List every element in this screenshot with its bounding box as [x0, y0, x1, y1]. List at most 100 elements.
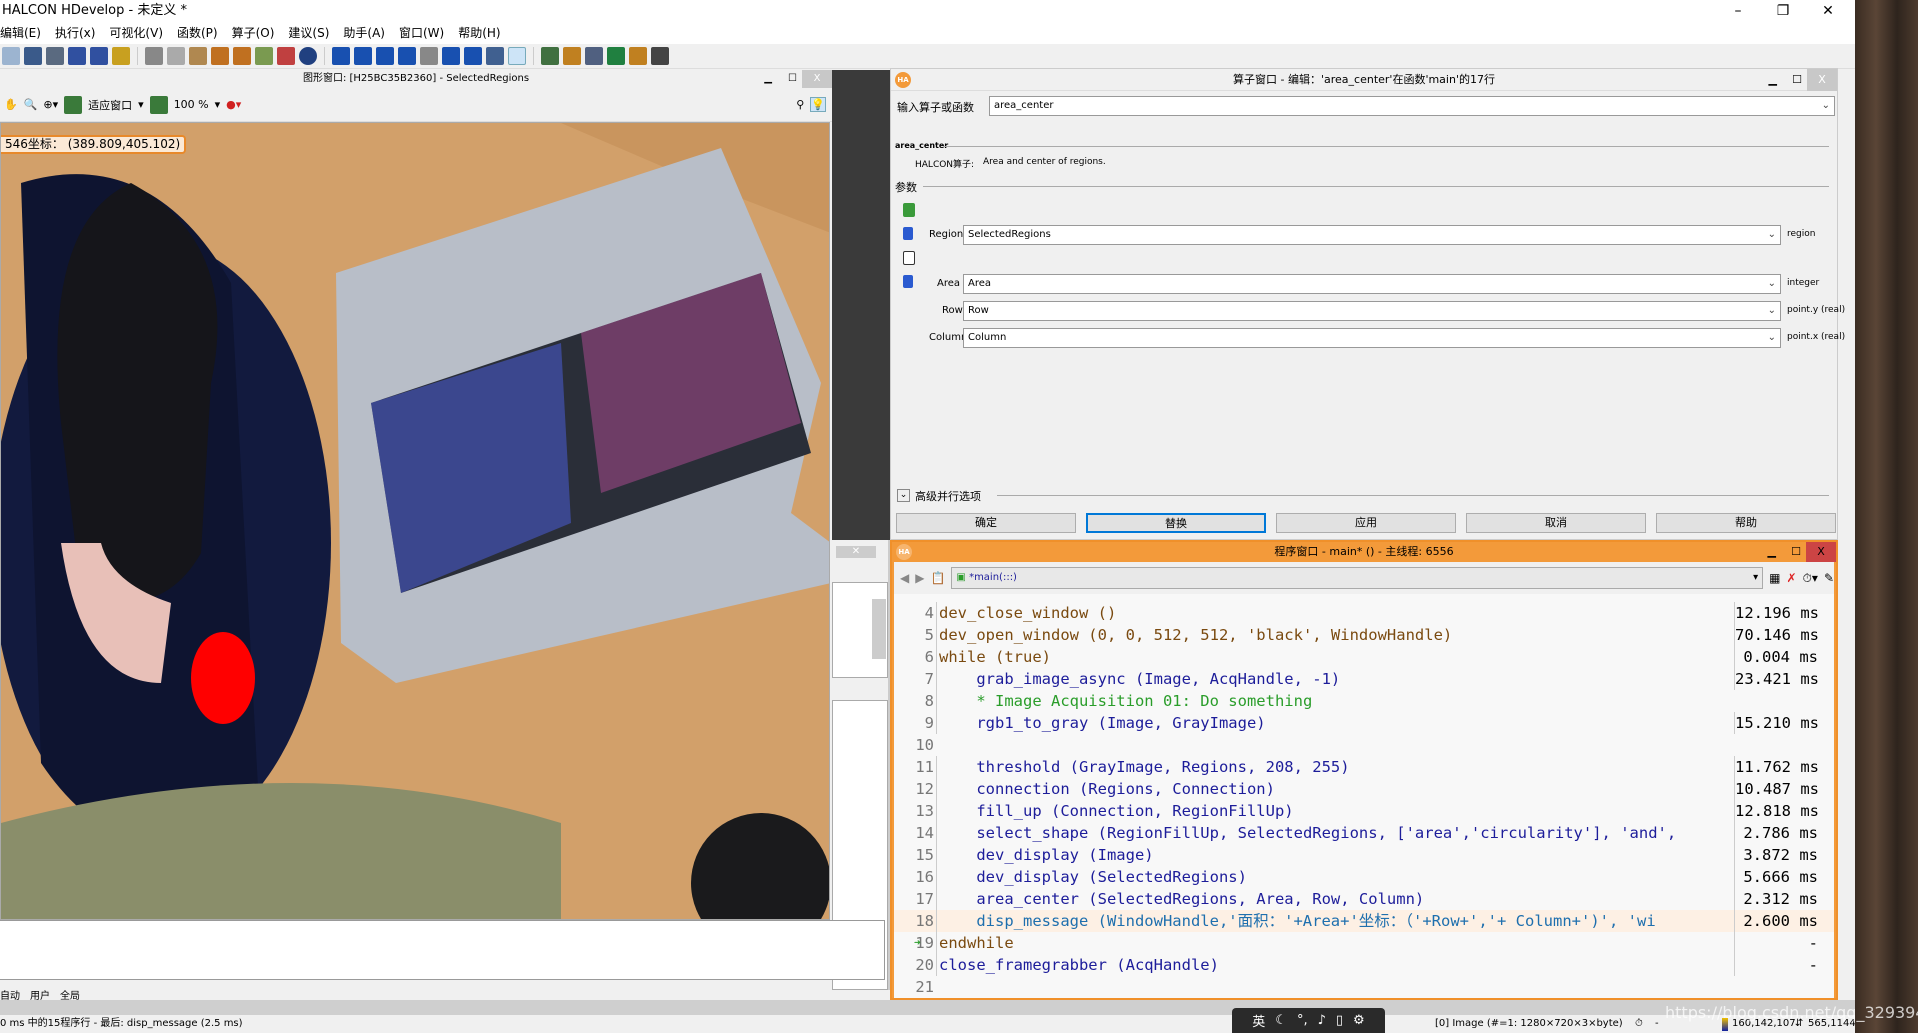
operator-close-button[interactable]: X: [1807, 69, 1837, 91]
param-field-row[interactable]: Row ⌄: [963, 301, 1781, 321]
code-line[interactable]: 21: [894, 976, 1834, 998]
horizontal-scrollbar[interactable]: [0, 1000, 1855, 1015]
code-text[interactable]: close_framegrabber (AcqHandle): [936, 954, 1734, 976]
code-line[interactable]: 6 while (true) 0.004 ms: [894, 646, 1834, 668]
line-number[interactable]: 20: [894, 954, 934, 976]
zoom-factor-dropdown[interactable]: 100 %: [174, 98, 209, 111]
line-number[interactable]: 9: [894, 712, 934, 734]
chevron-down-icon[interactable]: ⌄: [1822, 97, 1830, 115]
deactivate-icon[interactable]: [277, 47, 295, 65]
code-line[interactable]: 5 dev_open_window (0, 0, 512, 512, 'black…: [894, 624, 1834, 646]
maximize-button[interactable]: ❐: [1760, 0, 1806, 22]
code-line[interactable]: 19 endwhile - ➜: [894, 932, 1834, 954]
redo-icon[interactable]: [233, 47, 251, 65]
camera-image[interactable]: 546坐标： (389.809,405.102): [0, 122, 830, 920]
operator-minimize-button[interactable]: ▁: [1769, 69, 1777, 91]
3d-icon[interactable]: ⚲: [796, 98, 804, 111]
chevron-down-icon[interactable]: ⌄: [1768, 302, 1776, 320]
zoom-in-icon[interactable]: ⊕▾: [43, 98, 58, 111]
line-number[interactable]: 14: [894, 822, 934, 844]
chevron-down-icon[interactable]: ▾: [138, 98, 144, 111]
hand-icon[interactable]: ✋: [4, 98, 18, 111]
step-back-icon[interactable]: [398, 47, 416, 65]
forward-icon[interactable]: ▶: [915, 571, 924, 585]
menu-suggestions[interactable]: 建议(S): [288, 22, 329, 44]
graphics-close-button[interactable]: X: [802, 70, 832, 88]
profiler-icon[interactable]: ⏱▾: [1803, 571, 1818, 586]
menu-procedures[interactable]: 函数(P): [177, 22, 218, 44]
magnifier-icon[interactable]: 🔍: [24, 98, 38, 111]
code-line[interactable]: 15 dev_display (Image) 3.872 ms: [894, 844, 1834, 866]
find-icon[interactable]: [299, 47, 317, 65]
code-text[interactable]: rgb1_to_gray (Image, GrayImage): [936, 712, 1734, 734]
code-line[interactable]: 20 close_framegrabber (AcqHandle) -: [894, 954, 1834, 976]
program-close-button[interactable]: X: [1806, 542, 1836, 562]
apply-button[interactable]: 应用: [1276, 513, 1456, 533]
code-line[interactable]: 9 rgb1_to_gray (Image, GrayImage) 15.210 …: [894, 712, 1834, 734]
cancel-button[interactable]: 取消: [1466, 513, 1646, 533]
inspect-icon[interactable]: [541, 47, 559, 65]
menu-execute[interactable]: 执行(x): [55, 22, 95, 44]
code-line[interactable]: 18 disp_message (WindowHandle,'面积：'+Area…: [894, 910, 1834, 932]
code-line[interactable]: 13 fill_up (Connection, RegionFillUp) 12.…: [894, 800, 1834, 822]
fit-window-icon[interactable]: [64, 95, 83, 114]
line-number[interactable]: 13: [894, 800, 934, 822]
variable-list[interactable]: [832, 582, 888, 678]
param-field-column[interactable]: Column ⌄: [963, 328, 1781, 348]
code-line[interactable]: 17 area_center (SelectedRegions, Area, R…: [894, 888, 1834, 910]
step-over-icon[interactable]: [376, 47, 394, 65]
copy-icon[interactable]: [167, 47, 185, 65]
reset-icon[interactable]: [486, 47, 504, 65]
ime-language-button[interactable]: 英: [1252, 1011, 1265, 1030]
ocr-icon[interactable]: [651, 47, 669, 65]
graphics-minimize-button[interactable]: ▁: [764, 70, 772, 88]
code-text[interactable]: dev_open_window (0, 0, 512, 512, 'black'…: [936, 624, 1734, 646]
histogram-icon[interactable]: [563, 47, 581, 65]
code-line[interactable]: 12 connection (Regions, Connection) 10.48…: [894, 778, 1834, 800]
line-number[interactable]: 16: [894, 866, 934, 888]
cut-icon[interactable]: [145, 47, 163, 65]
microphone-icon[interactable]: ♪: [1318, 1013, 1326, 1028]
variable-close-button[interactable]: ✕: [836, 546, 876, 558]
import-icon[interactable]: [68, 47, 86, 65]
program-minimize-button[interactable]: ▁: [1768, 542, 1776, 562]
code-line[interactable]: 16 dev_display (SelectedRegions) 5.666 ms: [894, 866, 1834, 888]
advanced-toggle[interactable]: ⌄: [897, 489, 910, 502]
code-text[interactable]: grab_image_async (Image, AcqHandle, -1): [936, 668, 1734, 690]
clipboard-icon[interactable]: 📋: [930, 571, 945, 585]
replace-button[interactable]: 替换: [1086, 513, 1266, 533]
clear-breakpoints-icon[interactable]: ✗: [1786, 571, 1796, 585]
line-number[interactable]: 21: [894, 976, 934, 998]
open-icon[interactable]: [2, 47, 20, 65]
chevron-down-icon[interactable]: ▾: [215, 98, 221, 111]
back-icon[interactable]: ◀: [900, 571, 909, 585]
line-number[interactable]: 11: [894, 756, 934, 778]
code-text[interactable]: dev_close_window (): [936, 602, 1734, 624]
step-icon[interactable]: [354, 47, 372, 65]
line-number[interactable]: 5: [894, 624, 934, 646]
tools-icon[interactable]: ✎: [1824, 571, 1834, 585]
code-text[interactable]: threshold (GrayImage, Regions, 208, 255): [936, 756, 1734, 778]
code-line[interactable]: 10: [894, 734, 1834, 756]
code-editor[interactable]: 4 dev_close_window () 12.196 ms 5 dev_open_w…: [894, 594, 1834, 998]
code-text[interactable]: while (true): [936, 646, 1734, 668]
zoom-factor-icon[interactable]: [149, 95, 168, 114]
save-all-icon[interactable]: [46, 47, 64, 65]
program-maximize-button[interactable]: ☐: [1791, 542, 1801, 562]
run-icon[interactable]: [332, 47, 350, 65]
help-button[interactable]: 帮助: [1656, 513, 1836, 533]
save-icon[interactable]: [24, 47, 42, 65]
profiler-icon[interactable]: [508, 47, 526, 65]
chevron-down-icon[interactable]: ⌄: [1768, 275, 1776, 293]
code-line[interactable]: 4 dev_close_window () 12.196 ms: [894, 602, 1834, 624]
stop-icon[interactable]: [420, 47, 438, 65]
menu-assistants[interactable]: 助手(A): [343, 22, 385, 44]
export-icon[interactable]: [90, 47, 108, 65]
chevron-down-icon[interactable]: ⌄: [1768, 226, 1776, 244]
menu-window[interactable]: 窗口(W): [399, 22, 444, 44]
menu-visualize[interactable]: 可视化(V): [109, 22, 163, 44]
menu-edit[interactable]: 编辑(E): [0, 22, 41, 44]
code-text[interactable]: endwhile: [936, 932, 1734, 954]
code-line[interactable]: 14 select_shape (RegionFillUp, SelectedR…: [894, 822, 1834, 844]
paste-icon[interactable]: [189, 47, 207, 65]
